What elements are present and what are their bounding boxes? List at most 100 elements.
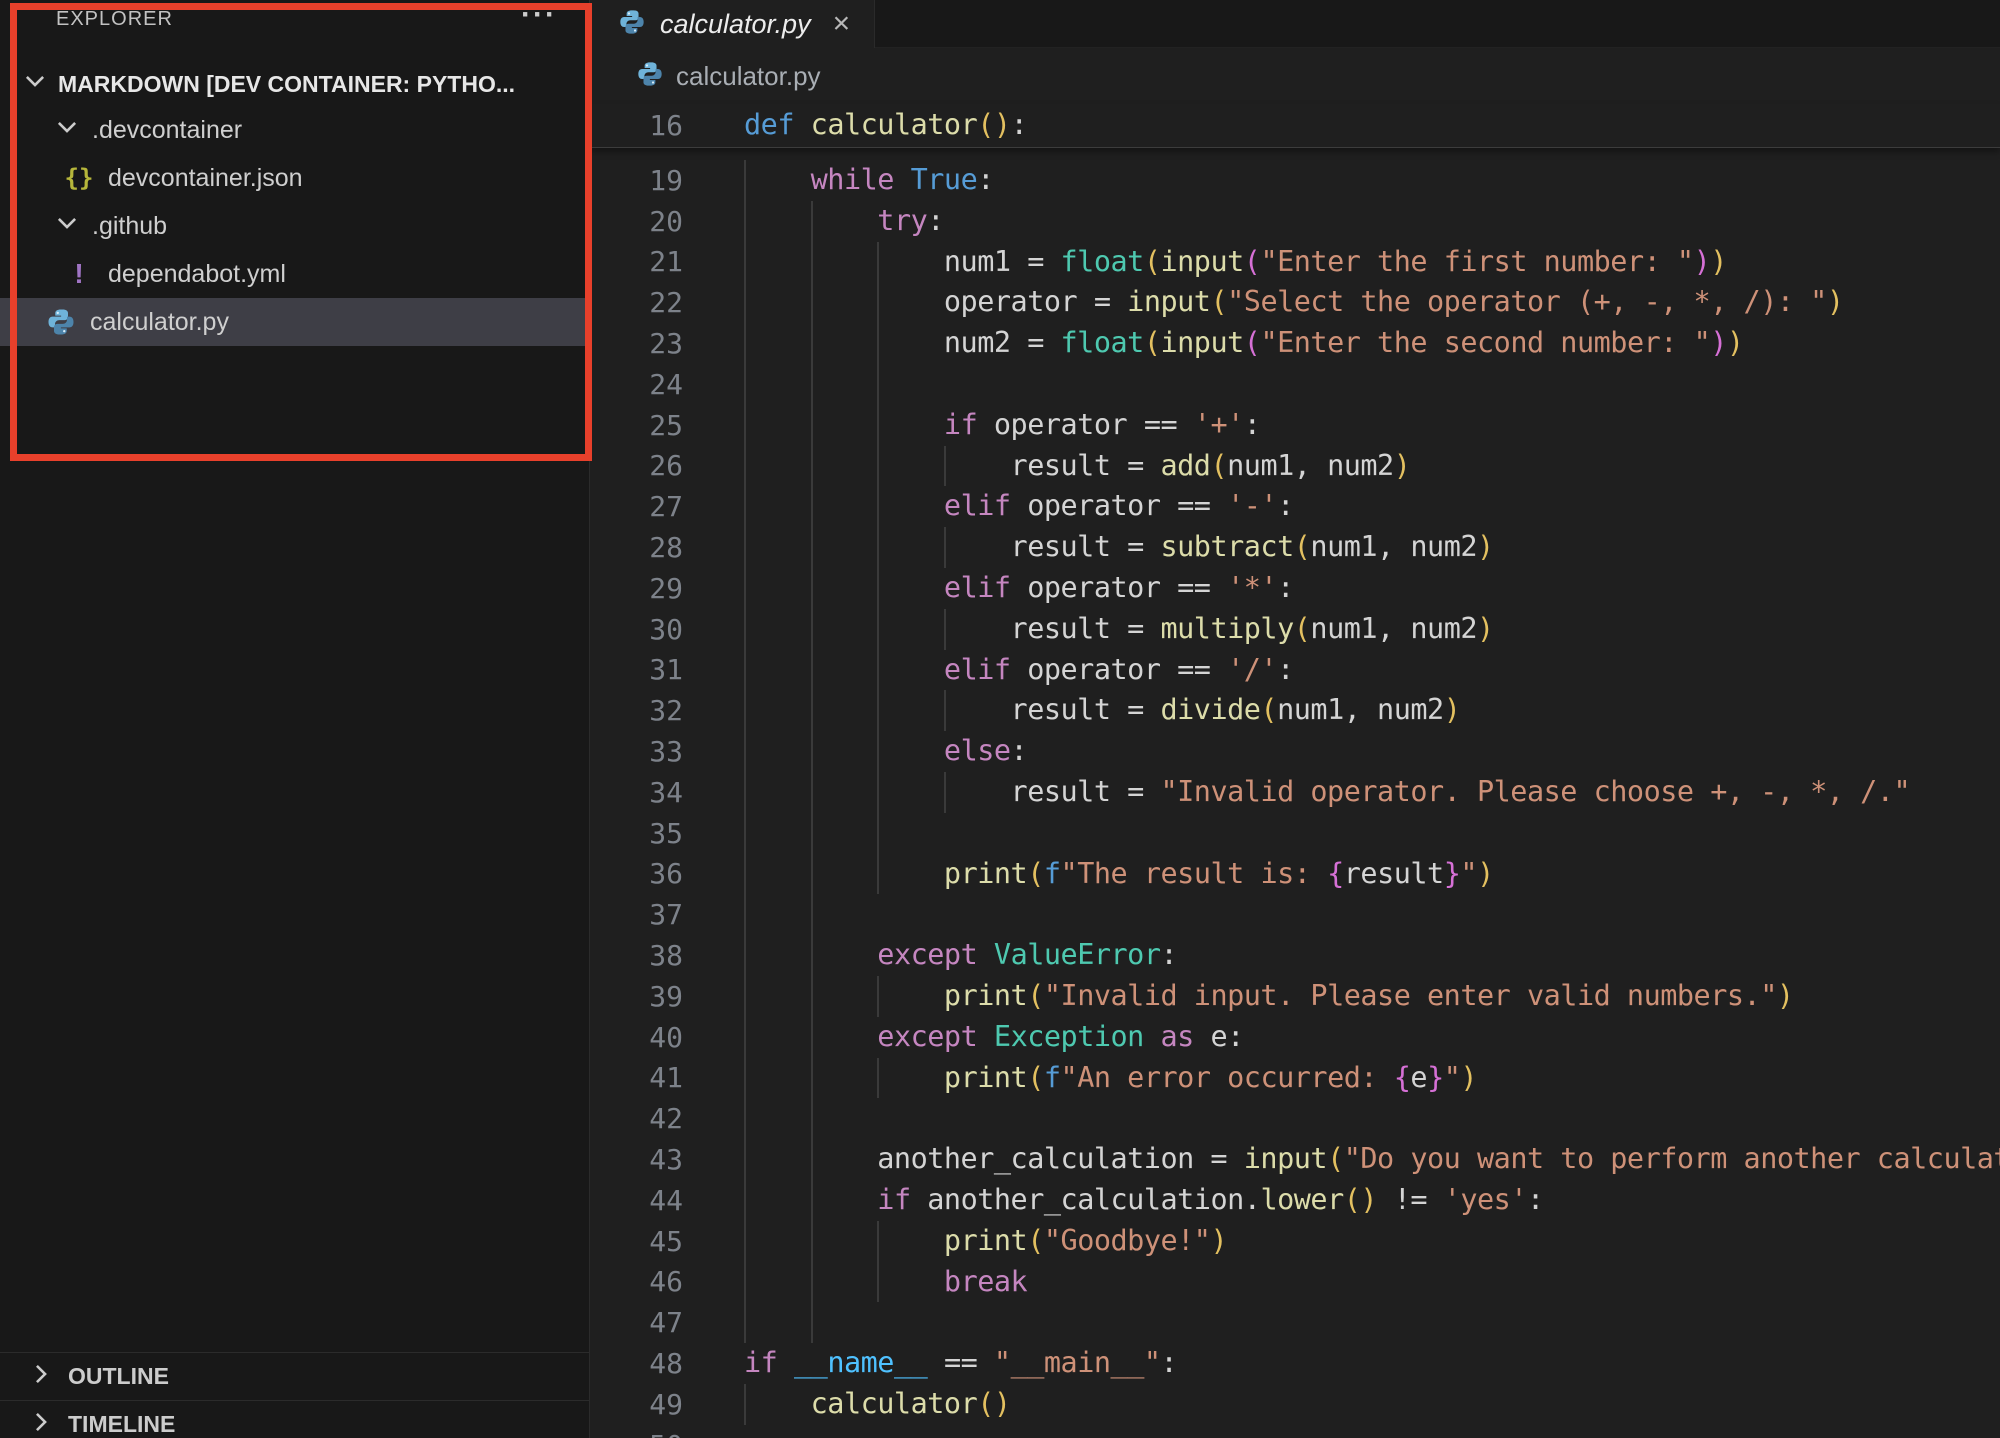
indent-guide: [877, 1058, 879, 1099]
explorer-more-actions-icon[interactable]: ···: [521, 0, 557, 30]
indent-guide: [944, 609, 946, 650]
code-text: result = multiply(num1, num2): [683, 609, 1494, 650]
code-line[interactable]: 31 elif operator == '/':: [590, 650, 2000, 691]
code-line[interactable]: 50: [590, 1425, 2000, 1438]
code-line[interactable]: 38 except ValueError:: [590, 935, 2000, 976]
tree-item--devcontainer[interactable]: .devcontainer: [0, 106, 589, 154]
code-line[interactable]: 21 num1 = float(input("Enter the first n…: [590, 242, 2000, 283]
code-text: print("Invalid input. Please enter valid…: [683, 976, 1794, 1017]
code-line[interactable]: 25 if operator == '+':: [590, 405, 2000, 446]
line-number: 39: [590, 980, 683, 1013]
tab-bar: calculator.py ×: [590, 0, 2000, 48]
code-line[interactable]: 35: [590, 813, 2000, 854]
code-line[interactable]: 28 result = subtract(num1, num2): [590, 527, 2000, 568]
tree-item-dependabot-yml[interactable]: !dependabot.yml: [0, 250, 589, 298]
close-icon[interactable]: ×: [833, 9, 851, 39]
code-line[interactable]: 26 result = add(num1, num2): [590, 446, 2000, 487]
code-line[interactable]: 19 while True:: [590, 160, 2000, 201]
code-text: num1 = float(input("Enter the first numb…: [683, 242, 1727, 283]
code-line[interactable]: 45 print("Goodbye!"): [590, 1221, 2000, 1262]
indent-guide: [744, 486, 746, 527]
code-line[interactable]: 36 print(f"The result is: {result}"): [590, 854, 2000, 895]
breadcrumb-file-label[interactable]: calculator.py: [676, 61, 821, 92]
code-text: else:: [683, 731, 1027, 772]
code-line[interactable]: 40 except Exception as e:: [590, 1017, 2000, 1058]
line-number: 40: [590, 1021, 683, 1054]
code-line[interactable]: 49 calculator(): [590, 1384, 2000, 1425]
line-number: 37: [590, 898, 683, 931]
code-line[interactable]: 23 num2 = float(input("Enter the second …: [590, 323, 2000, 364]
code-line[interactable]: 44 if another_calculation.lower() != 'ye…: [590, 1180, 2000, 1221]
indent-guide: [744, 976, 746, 1017]
code-text: operator = input("Select the operator (+…: [683, 282, 1844, 323]
outline-section-header[interactable]: OUTLINE: [0, 1352, 589, 1400]
code-line[interactable]: 42: [590, 1098, 2000, 1139]
indent-guide: [811, 282, 813, 323]
sticky-scroll-line[interactable]: 16 def calculator():: [590, 104, 2000, 148]
code-text: another_calculation = input("Do you want…: [683, 1139, 2000, 1180]
code-line[interactable]: 33 else:: [590, 731, 2000, 772]
line-number: 26: [590, 449, 683, 482]
indent-guide: [744, 813, 746, 854]
indent-guide: [811, 1221, 813, 1262]
json-file-icon: {}: [62, 164, 96, 192]
code-line[interactable]: 41 print(f"An error occurred: {e}"): [590, 1058, 2000, 1099]
code-line[interactable]: 37: [590, 894, 2000, 935]
code-line[interactable]: 46 break: [590, 1262, 2000, 1303]
indent-guide: [811, 976, 813, 1017]
code-line[interactable]: 48if __name__ == "__main__":: [590, 1343, 2000, 1384]
code-line[interactable]: 39 print("Invalid input. Please enter va…: [590, 976, 2000, 1017]
indent-guide: [744, 282, 746, 323]
python-icon: [44, 307, 78, 337]
indent-guide: [811, 650, 813, 691]
tree-item-label: .devcontainer: [92, 116, 242, 145]
timeline-section-header[interactable]: TIMELINE: [0, 1400, 589, 1438]
tab-calculator-py[interactable]: calculator.py ×: [590, 0, 875, 48]
code-line[interactable]: 22 operator = input("Select the operator…: [590, 282, 2000, 323]
code-line[interactable]: 20 try:: [590, 201, 2000, 242]
tree-item-label: devcontainer.json: [108, 164, 303, 193]
line-number: 32: [590, 694, 683, 727]
indent-guide: [877, 527, 879, 568]
code-text: elif operator == '/':: [683, 650, 1294, 691]
indent-guide: [744, 364, 746, 405]
indent-guide: [877, 446, 879, 487]
tree-item-calculator-py[interactable]: calculator.py: [0, 298, 589, 346]
indent-guide: [877, 690, 879, 731]
code-line[interactable]: 30 result = multiply(num1, num2): [590, 609, 2000, 650]
tree-item-label: dependabot.yml: [108, 260, 286, 289]
code-line[interactable]: 24: [590, 364, 2000, 405]
indent-guide: [744, 935, 746, 976]
workspace-section-header[interactable]: MARKDOWN [DEV CONTAINER: PYTHO...: [0, 62, 589, 106]
indent-guide: [811, 1058, 813, 1099]
code-line[interactable]: 29 elif operator == '*':: [590, 568, 2000, 609]
indent-guide: [744, 201, 746, 242]
code-text: print(f"An error occurred: {e}"): [683, 1058, 1477, 1099]
indent-guide: [744, 1139, 746, 1180]
code-line[interactable]: 32 result = divide(num1, num2): [590, 690, 2000, 731]
code-line[interactable]: 34 result = "Invalid operator. Please ch…: [590, 772, 2000, 813]
indent-guide: [811, 772, 813, 813]
code-line[interactable]: 47: [590, 1302, 2000, 1343]
code-text: if operator == '+':: [683, 405, 1260, 446]
line-number: 43: [590, 1143, 683, 1176]
code-line[interactable]: 43 another_calculation = input("Do you w…: [590, 1139, 2000, 1180]
line-number: 47: [590, 1306, 683, 1339]
indent-guide: [877, 731, 879, 772]
indent-guide: [811, 405, 813, 446]
indent-guide: [877, 772, 879, 813]
indent-guide: [811, 323, 813, 364]
code-text: except Exception as e:: [683, 1017, 1244, 1058]
code-text: break: [683, 1262, 1027, 1303]
tree-item--github[interactable]: .github: [0, 202, 589, 250]
line-number: 50: [590, 1429, 683, 1438]
indent-guide: [811, 201, 813, 242]
indent-guide: [744, 242, 746, 283]
indent-guide: [744, 1180, 746, 1221]
tree-item-devcontainer-json[interactable]: {} devcontainer.json: [0, 154, 589, 202]
indent-guide: [744, 1384, 746, 1425]
indent-guide: [811, 1262, 813, 1303]
code-text: except ValueError:: [683, 935, 1177, 976]
indent-guide: [811, 486, 813, 527]
code-line[interactable]: 27 elif operator == '-':: [590, 486, 2000, 527]
